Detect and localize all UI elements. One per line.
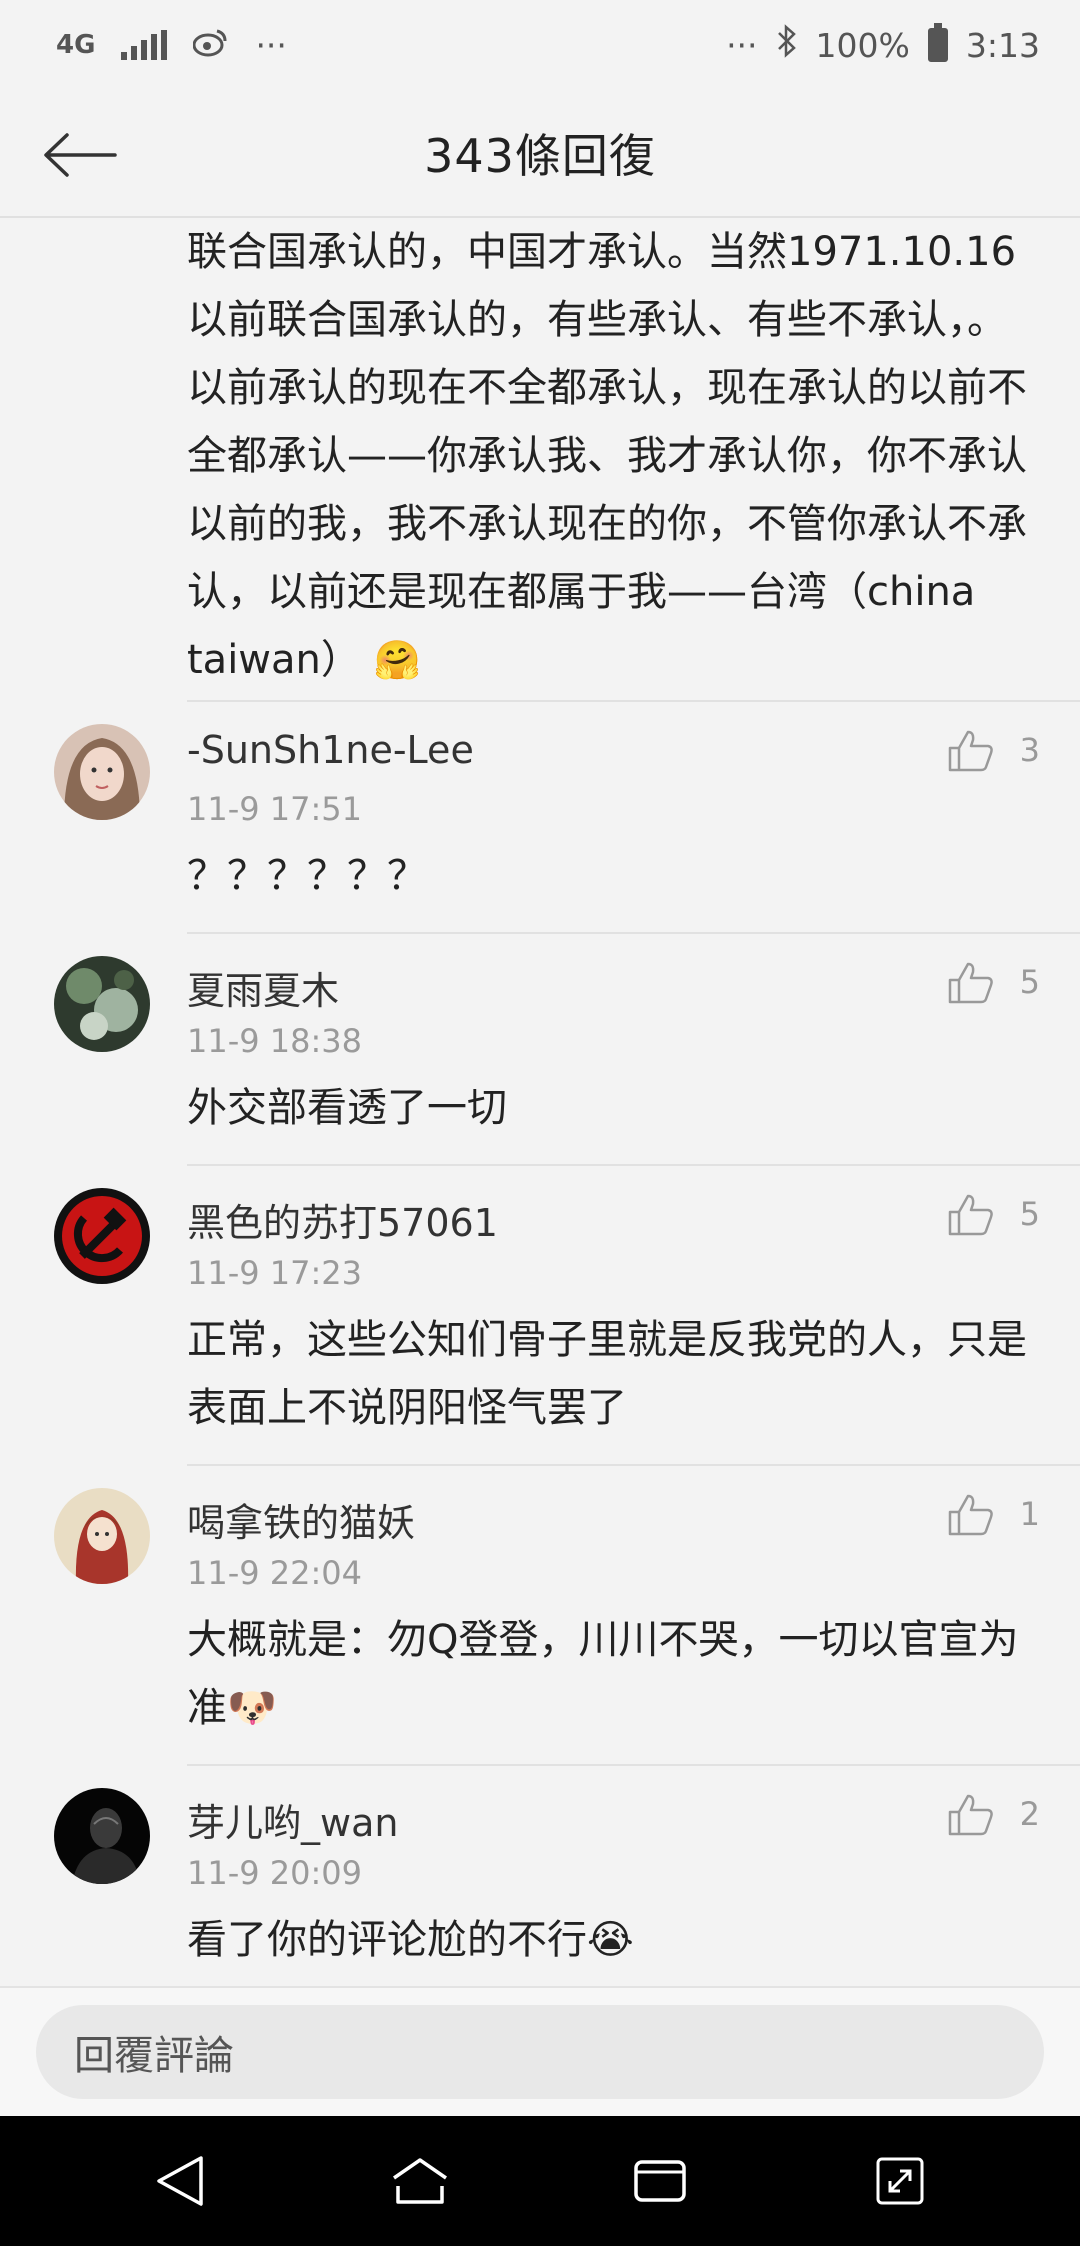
comment-time: 11-9 18:38: [187, 1022, 363, 1060]
signal-icon: [121, 30, 168, 60]
comment-text: 大概就是：勿Q登登，川川不哭，一切以官宣为准: [187, 1617, 1019, 1731]
comment-item: -SunSh1ne-Lee 11-9 17:51 ？？？？？？ 3: [0, 702, 1080, 934]
bluetooth-icon: [776, 24, 798, 66]
avatar[interactable]: [54, 956, 150, 1052]
comment-body: ？？？？？？: [187, 853, 427, 899]
home-icon: [393, 2158, 447, 2204]
like-button[interactable]: 5: [948, 960, 1040, 1004]
crying-emoji: 😭: [587, 1917, 634, 1963]
nav-recent-button[interactable]: [615, 2136, 705, 2226]
dog-emoji: 🐶: [227, 1685, 277, 1731]
comment-time: 11-9 20:09: [187, 1854, 363, 1892]
like-count: 5: [1019, 963, 1040, 1001]
reply-input[interactable]: 回覆評論: [36, 2005, 1044, 2099]
commenter-name[interactable]: 芽儿哟_wan: [187, 1792, 398, 1847]
commenter-name[interactable]: 喝拿铁的猫妖: [187, 1492, 415, 1547]
comment-item: 黑色的苏打57061 11-9 17:23 正常，这些公知们骨子里就是反我党的人…: [0, 1166, 1080, 1466]
nav-home-button[interactable]: [375, 2136, 465, 2226]
commenter-name[interactable]: 黑色的苏打57061: [187, 1192, 498, 1247]
weibo-icon: [192, 26, 229, 65]
thumbs-up-icon: [948, 962, 993, 1004]
comment-time: 11-9 22:04: [187, 1554, 363, 1592]
more-status-dots: ···: [255, 25, 287, 65]
like-button[interactable]: 3: [948, 728, 1040, 772]
comment-body: 看了你的评论尬的不行😭: [187, 1906, 1037, 1974]
header: 343條回復: [0, 90, 1080, 218]
expand-icon: [876, 2157, 924, 2205]
back-button[interactable]: [40, 120, 120, 190]
avatar[interactable]: [54, 1188, 150, 1284]
parent-comment-body: 联合国承认的，中国才承认。当然1971.10.16以前联合国承认的，有些承认、有…: [187, 229, 1027, 683]
avatar[interactable]: [54, 1488, 150, 1584]
page-title: 343條回復: [424, 129, 656, 183]
avatar[interactable]: [54, 724, 150, 820]
comment-item: 芽儿哟_wan 11-9 20:09 看了你的评论尬的不行😭 2: [0, 1766, 1080, 1986]
status-left: 4G ···: [56, 26, 287, 65]
reply-bar: 回覆評論: [0, 1986, 1080, 2116]
more-status-dots-right: ···: [726, 25, 758, 65]
thumbs-up-icon: [948, 1494, 993, 1536]
battery-percent: 100%: [815, 25, 910, 65]
thumbs-up-icon: [948, 1194, 993, 1236]
comment-time: 11-9 17:23: [187, 1254, 363, 1292]
like-count: 3: [1019, 731, 1040, 769]
like-count: 2: [1019, 1795, 1040, 1833]
comment-text: 看了你的评论尬的不行: [187, 1917, 587, 1963]
like-button[interactable]: 5: [948, 1192, 1040, 1236]
comment-feed[interactable]: 联合国承认的，中国才承认。当然1971.10.16以前联合国承认的，有些承认、有…: [0, 218, 1080, 1986]
comment-item: 夏雨夏木 11-9 18:38 外交部看透了一切 5: [0, 934, 1080, 1166]
nav-back-button[interactable]: [135, 2136, 225, 2226]
comment-body: 外交部看透了一切: [187, 1085, 507, 1131]
recent-apps-icon: [634, 2160, 686, 2202]
triangle-back-icon: [157, 2156, 203, 2206]
like-count: 5: [1019, 1195, 1040, 1233]
hug-emoji: 🤗: [373, 638, 421, 682]
like-button[interactable]: 1: [948, 1492, 1040, 1536]
parent-comment-text: 联合国承认的，中国才承认。当然1971.10.16以前联合国承认的，有些承认、有…: [187, 218, 1037, 694]
thumbs-up-icon: [948, 1794, 993, 1836]
like-button[interactable]: 2: [948, 1792, 1040, 1836]
battery-icon: [927, 23, 948, 62]
comment-item: 喝拿铁的猫妖 11-9 22:04 大概就是：勿Q登登，川川不哭，一切以官宣为准…: [0, 1466, 1080, 1766]
thumbs-up-icon: [948, 730, 993, 772]
commenter-name[interactable]: 夏雨夏木: [187, 960, 339, 1015]
like-count: 1: [1019, 1495, 1040, 1533]
clock: 3:13: [965, 25, 1040, 65]
system-nav-bar: [0, 2116, 1080, 2246]
status-right: ··· 100% 3:13: [726, 23, 1040, 66]
comment-time: 11-9 17:51: [187, 790, 363, 828]
comment-body: 大概就是：勿Q登登，川川不哭，一切以官宣为准🐶: [187, 1606, 1037, 1742]
arrow-left-icon: [44, 133, 117, 177]
status-bar: 4G ··· ··· 100% 3:13: [0, 0, 1080, 90]
avatar[interactable]: [54, 1788, 150, 1884]
nav-expand-button[interactable]: [855, 2136, 945, 2226]
commenter-name[interactable]: -SunSh1ne-Lee: [187, 728, 474, 772]
network-type: 4G: [56, 30, 96, 60]
comment-body: 正常，这些公知们骨子里就是反我党的人，只是表面上不说阴阳怪气罢了: [187, 1317, 1027, 1431]
